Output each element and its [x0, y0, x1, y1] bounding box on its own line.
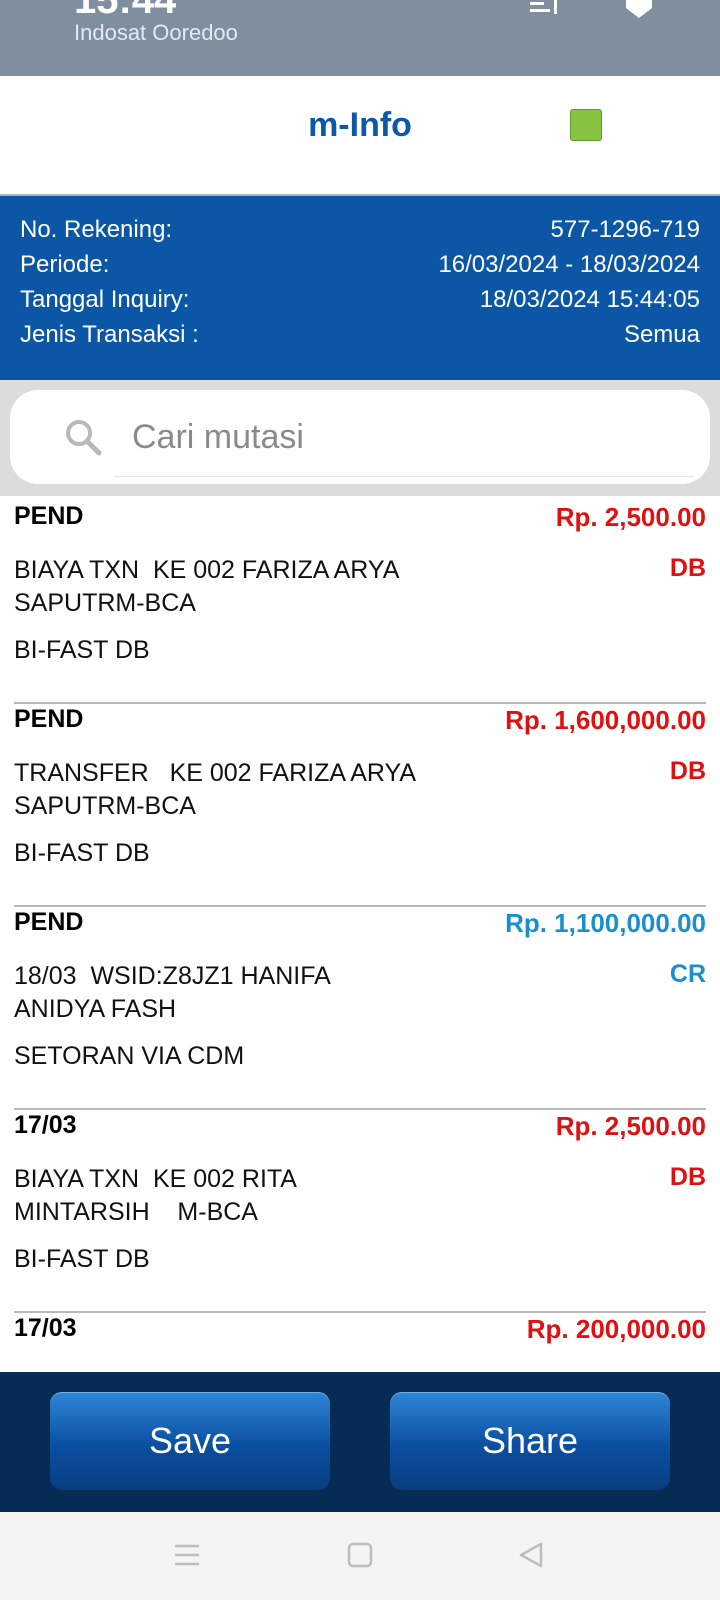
data-transfer-icon: [530, 0, 557, 14]
app-header: m-Info: [0, 76, 720, 196]
transaction-note: SETORAN VIA CDM: [14, 1042, 245, 1070]
info-row-period: Periode: 16/03/2024 - 18/03/2024: [20, 251, 700, 285]
search-box[interactable]: [10, 390, 710, 484]
transaction-amount: Rp. 1,600,000.00: [505, 705, 706, 735]
status-indicator: [570, 109, 602, 141]
info-label: Periode:: [20, 251, 110, 278]
transaction-item[interactable]: 17/03 Rp. 2,500.00 BIAYA TXN KE 002 RITA…: [14, 1105, 706, 1313]
transaction-type: CR: [669, 960, 706, 988]
search-underline: [114, 476, 694, 477]
transaction-item[interactable]: 17/03 Rp. 200,000.00: [14, 1308, 706, 1372]
share-button[interactable]: Share: [390, 1392, 670, 1490]
transaction-item[interactable]: PEND Rp. 1,600,000.00 TRANSFER KE 002 FA…: [14, 699, 706, 907]
search-container: [0, 380, 720, 496]
info-label: Tanggal Inquiry:: [20, 286, 190, 313]
transaction-amount: Rp. 2,500.00: [555, 502, 706, 532]
status-bar: 15:44 Indosat Ooredoo: [0, 0, 720, 76]
info-label: No. Rekening:: [20, 216, 173, 243]
transaction-amount: Rp. 1,100,000.00: [505, 908, 706, 938]
transaction-description: BIAYA TXN KE 002 RITA MINTARSIH M-BCA: [14, 1165, 297, 1226]
transaction-type: DB: [669, 554, 706, 582]
menu-icon[interactable]: [172, 1540, 202, 1570]
transaction-list[interactable]: PEND Rp. 2,500.00 BIAYA TXN KE 002 FARIZ…: [0, 496, 720, 1372]
transaction-note: BI-FAST DB: [14, 636, 150, 664]
transaction-amount: Rp. 200,000.00: [526, 1314, 706, 1344]
transaction-type: DB: [669, 1163, 706, 1191]
bottom-action-bar: Save Share: [0, 1372, 720, 1512]
transaction-date: PEND: [14, 908, 84, 936]
transaction-note: BI-FAST DB: [14, 839, 150, 867]
transaction-item[interactable]: PEND Rp. 2,500.00 BIAYA TXN KE 002 FARIZ…: [14, 496, 706, 704]
back-icon[interactable]: [516, 1540, 546, 1570]
info-value: 577-1296-719: [550, 216, 700, 243]
transaction-item[interactable]: PEND Rp. 1,100,000.00 18/03 WSID:Z8JZ1 H…: [14, 902, 706, 1110]
info-row-transaction-type: Jenis Transaksi : Semua: [20, 321, 700, 355]
home-icon[interactable]: [345, 1540, 375, 1570]
info-value: Semua: [623, 321, 700, 348]
transaction-amount: Rp. 2,500.00: [555, 1111, 706, 1141]
info-value: 16/03/2024 - 18/03/2024: [438, 251, 700, 278]
info-row-inquiry-date: Tanggal Inquiry: 18/03/2024 15:44:05: [20, 286, 700, 320]
info-row-account: No. Rekening: 577-1296-719: [20, 216, 700, 250]
status-carrier: Indosat Ooredoo: [74, 20, 238, 45]
search-input[interactable]: [130, 408, 694, 466]
transaction-date: PEND: [14, 705, 84, 733]
account-info-panel: No. Rekening: 577-1296-719 Periode: 16/0…: [0, 196, 720, 380]
transaction-date: PEND: [14, 502, 84, 530]
transaction-note: BI-FAST DB: [14, 1245, 150, 1273]
system-nav-bar: [0, 1512, 720, 1600]
transaction-description: 18/03 WSID:Z8JZ1 HANIFA ANIDYA FASH: [14, 962, 331, 1023]
transaction-description: TRANSFER KE 002 FARIZA ARYA SAPUTRM-BCA: [14, 759, 416, 820]
info-value: 18/03/2024 15:44:05: [479, 286, 700, 313]
transaction-date: 17/03: [14, 1111, 77, 1139]
search-icon: [66, 420, 102, 456]
page-title: m-Info: [308, 106, 412, 144]
transaction-date: 17/03: [14, 1314, 77, 1342]
save-button[interactable]: Save: [50, 1392, 330, 1490]
transaction-type: DB: [669, 757, 706, 785]
settings-icon: [626, 0, 652, 18]
transaction-description: BIAYA TXN KE 002 FARIZA ARYA SAPUTRM-BCA: [14, 556, 400, 617]
info-label: Jenis Transaksi :: [20, 321, 199, 348]
